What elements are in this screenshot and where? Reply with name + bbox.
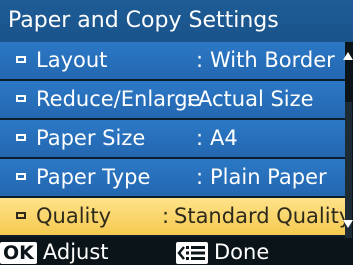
back-menu-icon: [176, 241, 208, 264]
scrollbar[interactable]: [345, 42, 353, 258]
setting-value: Actual Size: [198, 87, 314, 111]
bullet-icon: [16, 173, 26, 180]
lcd-screen: Paper and Copy Settings Layout : With Bo…: [0, 0, 353, 265]
bullet-icon: [16, 212, 26, 219]
setting-value: With Border: [210, 48, 335, 72]
ok-adjust-hint[interactable]: OK Adjust: [0, 241, 109, 264]
done-hint[interactable]: Done: [176, 241, 269, 264]
bullet-icon: [16, 56, 26, 63]
bullet-icon: [16, 134, 26, 141]
setting-row-paper-type[interactable]: Paper Type : Plain Paper: [0, 159, 353, 198]
setting-value: A4: [210, 126, 238, 150]
setting-row-reduce-enlarge[interactable]: Reduce/Enlarge : Actual Size: [0, 81, 353, 120]
setting-value: Plain Paper: [210, 165, 327, 189]
setting-row-layout[interactable]: Layout : With Border: [0, 42, 353, 81]
ok-hint-label: Adjust: [42, 240, 109, 264]
scroll-up-arrow-icon: [343, 52, 353, 60]
settings-list: Layout : With Border Reduce/Enlarge : Ac…: [0, 42, 353, 237]
scroll-down-arrow-icon: [343, 220, 353, 228]
setting-colon: :: [162, 204, 170, 228]
setting-row-quality[interactable]: Quality : Standard Quality: [0, 198, 353, 237]
setting-label: Layout: [36, 48, 108, 72]
setting-label: Quality: [36, 204, 112, 228]
ok-key-icon: OK: [0, 241, 37, 264]
setting-colon: :: [196, 165, 204, 189]
setting-colon: :: [196, 48, 204, 72]
page-title: Paper and Copy Settings: [0, 0, 353, 42]
bullet-icon: [16, 95, 26, 102]
scroll-thumb[interactable]: [345, 102, 352, 258]
setting-label: Paper Type: [36, 165, 151, 189]
setting-colon: :: [196, 126, 204, 150]
setting-label: Paper Size: [36, 126, 146, 150]
setting-value: Standard Quality: [174, 204, 352, 228]
setting-colon: :: [186, 87, 194, 111]
button-guide-bar: OK Adjust Done: [0, 238, 353, 265]
setting-row-paper-size[interactable]: Paper Size : A4: [0, 120, 353, 159]
setting-label: Reduce/Enlarge: [36, 87, 201, 111]
done-hint-label: Done: [214, 240, 270, 264]
